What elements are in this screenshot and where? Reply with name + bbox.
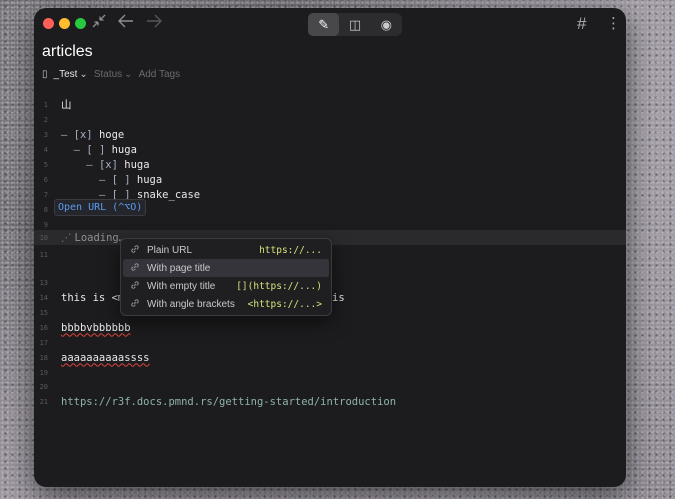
task-item: 6 – [ ] huga (43, 173, 163, 186)
title-bar: ✎ ◫ ◉ # ⋮ (34, 8, 626, 42)
zoom-window-button[interactable] (75, 18, 86, 29)
paste-link-menu: Plain URL https://... With page title Wi… (120, 238, 332, 316)
misspelled-word[interactable]: bbbbvbbbbbb (61, 322, 131, 334)
editor-line: 19 (39, 368, 48, 377)
app-window: ✎ ◫ ◉ # ⋮ articles ▯ _Test ⌄ Status ⌄ Ad… (34, 8, 626, 487)
note-meta-bar: ▯ _Test ⌄ Status ⌄ Add Tags (42, 69, 180, 80)
task-checkbox[interactable]: [ ] (112, 174, 137, 186)
loading-spinner-icon: ⋰ (61, 231, 72, 244)
hashtag-icon[interactable]: # (577, 14, 586, 34)
loading-text: Loading… (74, 231, 126, 244)
editor-line: 21 https://r3f.docs.pmnd.rs/getting-star… (39, 395, 397, 408)
add-tags-button[interactable]: Add Tags (139, 69, 181, 80)
editor-line-active: 10 ⋰ Loading… (39, 231, 126, 244)
split-view-icon[interactable]: ◫ (339, 13, 370, 36)
task-checkbox[interactable]: [ ] (86, 144, 111, 156)
notebook-icon: ▯ (42, 69, 48, 80)
link-icon (130, 280, 147, 293)
misspelled-word[interactable]: aaaaaaaaaassss (61, 352, 150, 364)
pencil-icon[interactable]: ✎ (308, 13, 340, 36)
link-icon (130, 298, 147, 311)
note-title[interactable]: articles (42, 43, 93, 61)
chevron-down-icon: ⌄ (124, 69, 133, 80)
task-checkbox[interactable]: [x] (74, 129, 99, 141)
view-mode-segmented-control: ✎ ◫ ◉ (308, 13, 402, 36)
editor-line: 13 (39, 278, 48, 287)
menu-item-with-angle-brackets[interactable]: With angle brackets <https://...> (123, 295, 329, 313)
link-icon (130, 244, 147, 257)
arrow-left-icon[interactable] (118, 14, 134, 34)
chevron-down-icon: ⌄ (79, 69, 88, 80)
eye-icon[interactable]: ◉ (371, 13, 402, 36)
menu-item-plain-url[interactable]: Plain URL https://... (123, 241, 329, 259)
editor-line: 15 (39, 308, 48, 317)
minimize-window-button[interactable] (59, 18, 70, 29)
editor-line: 14 this is <m is (39, 291, 345, 304)
editor-line: 16 bbbbvbbbbbb (39, 321, 131, 334)
task-item: 4 – [ ] huga (43, 143, 137, 156)
status-selector[interactable]: Status (94, 69, 122, 80)
task-item: 5 – [x] huga (43, 158, 150, 171)
editor-line: 20 (39, 382, 48, 391)
url-link[interactable]: https://r3f.docs.pmnd.rs/getting-started… (61, 396, 396, 408)
editor-line: 2 (43, 115, 48, 124)
task-checkbox[interactable]: [x] (99, 159, 124, 171)
arrow-right-icon[interactable] (146, 14, 162, 34)
editor-line: 1 山 (43, 99, 72, 111)
editor-line: 18 aaaaaaaaaassss (39, 351, 150, 364)
menu-item-with-empty-title[interactable]: With empty title [](https://...) (123, 277, 329, 295)
collapse-arrows-icon[interactable] (92, 14, 106, 34)
more-options-icon[interactable]: ⋮ (606, 14, 621, 34)
close-window-button[interactable] (43, 18, 54, 29)
notebook-selector[interactable]: _Test (54, 69, 78, 80)
open-url-tooltip: Open URL (^⌥O) (54, 199, 147, 216)
editor-line: 11 (39, 250, 48, 259)
task-item: 3 – [x] hoge (43, 128, 125, 141)
editor-line: 17 (39, 338, 48, 347)
menu-item-with-page-title[interactable]: With page title (123, 259, 329, 277)
link-icon (130, 262, 147, 275)
